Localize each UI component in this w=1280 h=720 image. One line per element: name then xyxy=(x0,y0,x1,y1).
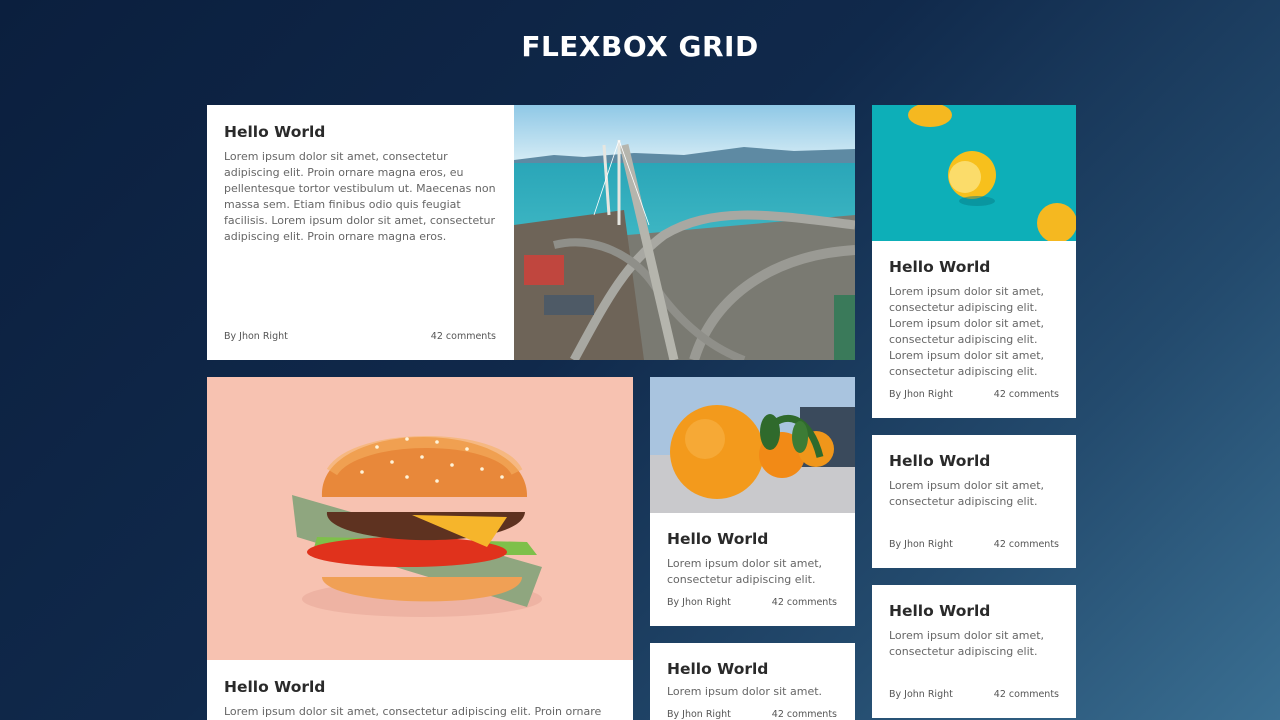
card-burger[interactable]: Hello World Lorem ipsum dolor sit amet, … xyxy=(207,377,633,720)
bridge-city-image xyxy=(514,105,855,360)
card-featured[interactable]: Hello World Lorem ipsum dolor sit amet, … xyxy=(207,105,855,360)
card-title: Hello World xyxy=(667,660,769,678)
card-text: Lorem ipsum dolor sit amet, consectetur … xyxy=(224,705,602,718)
card-comments[interactable]: 42 comments xyxy=(994,689,1059,700)
card-oranges[interactable]: Hello World Lorem ipsum dolor sit amet, … xyxy=(650,377,855,626)
card-comments[interactable]: 42 comments xyxy=(772,597,837,608)
lemons-image xyxy=(872,105,1076,241)
card-comments[interactable]: 42 comments xyxy=(994,539,1059,550)
card-text: Lorem ipsum dolor sit amet, consectetur … xyxy=(667,557,823,586)
card-text-only[interactable]: Hello World Lorem ipsum dolor sit amet, … xyxy=(872,435,1076,568)
card-text-only[interactable]: Hello World Lorem ipsum dolor sit amet. … xyxy=(650,643,855,720)
card-title: Hello World xyxy=(889,452,991,470)
card-text-only[interactable]: Hello World Lorem ipsum dolor sit amet, … xyxy=(872,585,1076,718)
card-author: By Jhon Right xyxy=(889,539,953,550)
card-title: Hello World xyxy=(667,530,769,548)
card-author: By John Right xyxy=(889,689,953,700)
card-text: Lorem ipsum dolor sit amet. xyxy=(667,685,823,698)
page-title: FLEXBOX GRID xyxy=(521,30,759,63)
card-comments[interactable]: 42 comments xyxy=(772,709,837,720)
card-text: Lorem ipsum dolor sit amet, consectetur … xyxy=(224,150,496,243)
card-author: By Jhon Right xyxy=(667,709,731,720)
card-text: Lorem ipsum dolor sit amet, consectetur … xyxy=(889,629,1045,658)
card-author: By Jhon Right xyxy=(667,597,731,608)
card-title: Hello World xyxy=(224,678,326,696)
card-comments[interactable]: 42 comments xyxy=(431,331,496,342)
burger-image xyxy=(207,377,633,660)
card-text: Lorem ipsum dolor sit amet, consectetur … xyxy=(889,285,1045,378)
card-title: Hello World xyxy=(889,258,991,276)
card-text: Lorem ipsum dolor sit amet, consectetur … xyxy=(889,479,1045,508)
card-title: Hello World xyxy=(224,123,326,141)
card-comments[interactable]: 42 comments xyxy=(994,389,1059,400)
card-lemons[interactable]: Hello World Lorem ipsum dolor sit amet, … xyxy=(872,105,1076,418)
card-author: By Jhon Right xyxy=(224,331,288,342)
card-title: Hello World xyxy=(889,602,991,620)
oranges-image xyxy=(650,377,855,513)
card-author: By Jhon Right xyxy=(889,389,953,400)
